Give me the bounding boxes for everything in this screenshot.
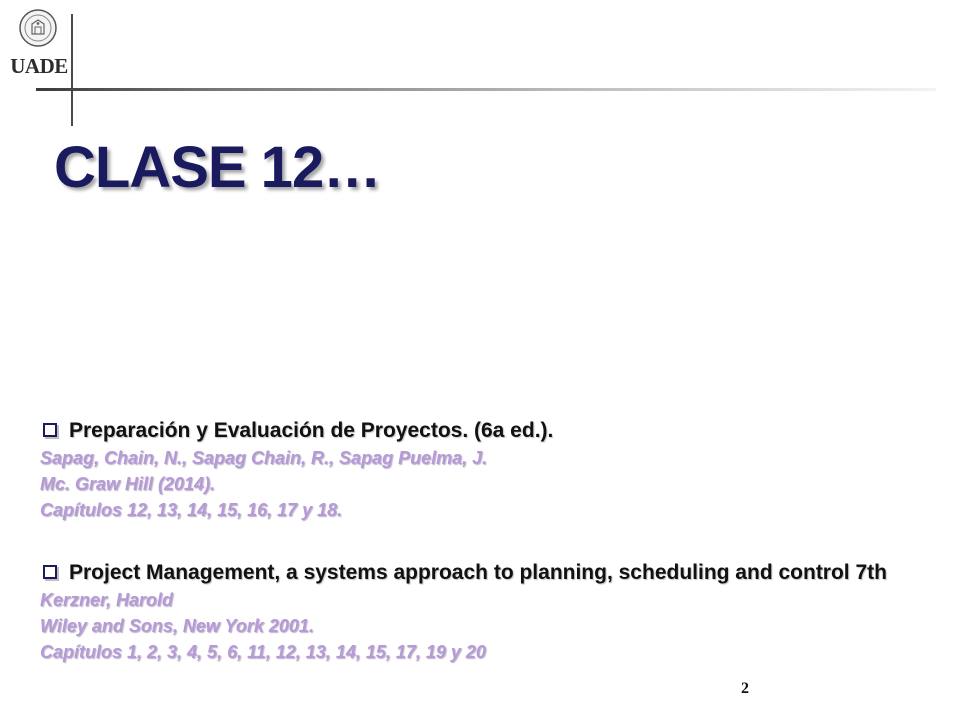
slide-title: CLASE 12… — [54, 135, 381, 200]
reference-chapters: Capítulos 12, 13, 14, 15, 16, 17 y 18. — [40, 500, 343, 520]
reference-title: Preparación y Evaluación de Proyectos. (… — [69, 419, 554, 442]
logo-text: UADE — [10, 54, 68, 78]
reference-authors: Kerzner, Harold — [40, 590, 174, 610]
reference-item: Preparación y Evaluación de Proyectos. (… — [40, 417, 920, 523]
reference-chapters: Capítulos 1, 2, 3, 4, 5, 6, 11, 12, 13, … — [40, 642, 486, 662]
reference-publisher: Mc. Graw Hill (2014). — [40, 474, 216, 494]
page-number: 2 — [741, 680, 749, 697]
university-seal-icon — [19, 9, 57, 47]
reference-item: Project Management, a systems approach t… — [40, 559, 920, 665]
references-list: Preparación y Evaluación de Proyectos. (… — [40, 417, 920, 701]
reference-publisher: Wiley and Sons, New York 2001. — [40, 616, 314, 636]
checkbox-bullet-icon — [43, 423, 57, 437]
uade-logo: UADE — [8, 8, 68, 78]
horizontal-divider — [36, 88, 936, 91]
reference-heading: Project Management, a systems approach t… — [40, 559, 920, 587]
reference-title: Project Management, a systems approach t… — [69, 561, 887, 584]
reference-authors: Sapag, Chain, N., Sapag Chain, R., Sapag… — [40, 448, 488, 468]
checkbox-bullet-icon — [43, 565, 57, 579]
vertical-divider — [71, 14, 73, 126]
reference-heading: Preparación y Evaluación de Proyectos. (… — [40, 417, 920, 445]
